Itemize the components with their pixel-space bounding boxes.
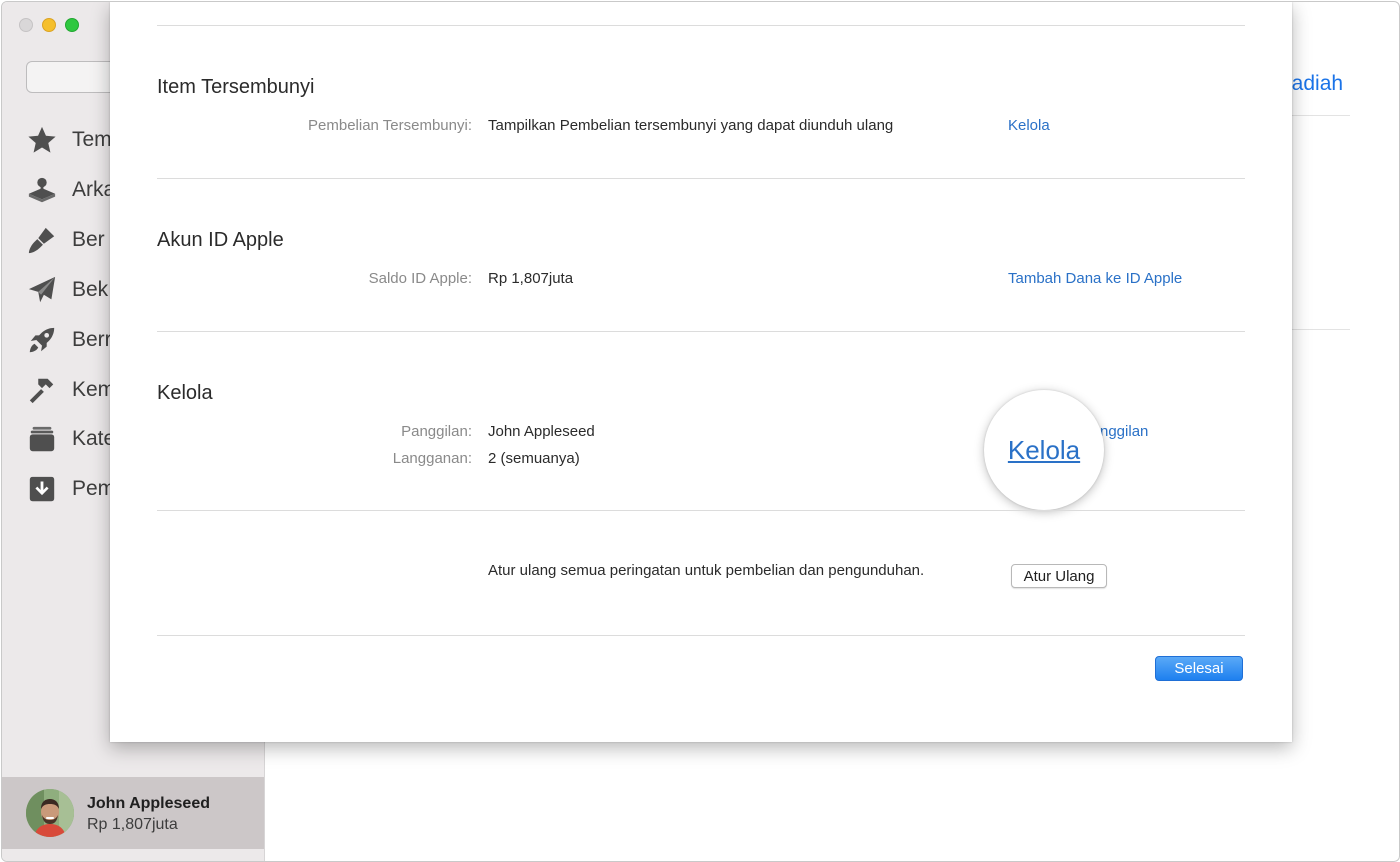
avatar bbox=[26, 789, 74, 837]
paper-plane-icon bbox=[26, 274, 58, 306]
sidebar-item-8[interactable]: Pem bbox=[26, 472, 115, 506]
apple-id-balance-value: Rp 1,807juta bbox=[488, 270, 574, 287]
paintbrush-icon bbox=[26, 224, 58, 256]
hidden-purchases-label: Pembelian Tersembunyi: bbox=[308, 117, 472, 134]
divider bbox=[157, 25, 1245, 26]
divider bbox=[157, 331, 1245, 332]
app-window: Tem Arka Ber Bek Berr Kem Kate Pem John … bbox=[1, 1, 1400, 862]
window-close-button[interactable] bbox=[19, 18, 33, 32]
sidebar-item-label: Kem bbox=[72, 378, 116, 401]
done-button[interactable]: Selesai bbox=[1155, 656, 1243, 681]
section-title-apple-id: Akun ID Apple bbox=[157, 229, 284, 251]
window-maximize-button[interactable] bbox=[65, 18, 79, 32]
nickname-label: Panggilan: bbox=[401, 423, 472, 440]
download-icon bbox=[26, 473, 58, 505]
nickname-value: John Appleseed bbox=[488, 423, 595, 440]
reset-warnings-text: Atur ulang semua peringatan untuk pembel… bbox=[488, 562, 925, 579]
sidebar-item-label: Pem bbox=[72, 477, 116, 500]
background-divider bbox=[1292, 329, 1350, 330]
divider bbox=[157, 178, 1245, 179]
subscriptions-value: 2 (semuanya) bbox=[488, 450, 580, 467]
manage-hidden-purchases-link[interactable]: Kelola bbox=[1008, 117, 1050, 134]
edit-nickname-link[interactable]: nggilan bbox=[1100, 423, 1148, 440]
stack-icon bbox=[26, 423, 58, 455]
sidebar-item-2[interactable]: Arka bbox=[26, 173, 115, 207]
add-funds-link[interactable]: Tambah Dana ke ID Apple bbox=[1008, 270, 1182, 287]
account-bar[interactable]: John Appleseed Rp 1,807juta bbox=[2, 777, 264, 849]
sidebar-item-label: Arka bbox=[72, 178, 116, 201]
background-divider bbox=[1292, 115, 1350, 116]
window-minimize-button[interactable] bbox=[42, 18, 56, 32]
section-title-hidden-items: Item Tersembunyi bbox=[157, 76, 315, 98]
sidebar-item-1[interactable]: Tem bbox=[26, 123, 112, 157]
sidebar-item-3[interactable]: Ber bbox=[26, 223, 105, 257]
sidebar-item-7[interactable]: Kate bbox=[26, 422, 115, 456]
magnifier-callout: Kelola bbox=[984, 390, 1104, 510]
reset-warnings-button[interactable]: Atur Ulang bbox=[1011, 564, 1107, 588]
apple-id-balance-label: Saldo ID Apple: bbox=[368, 270, 472, 287]
sidebar-item-4[interactable]: Bek bbox=[26, 273, 108, 307]
sidebar-item-label: Ber bbox=[72, 228, 105, 251]
sidebar-item-label: Kate bbox=[72, 427, 116, 450]
sidebar-item-label: Bek bbox=[72, 278, 109, 301]
sidebar-item-5[interactable]: Berr bbox=[26, 323, 112, 357]
sidebar-item-label: Tem bbox=[72, 128, 112, 151]
hidden-purchases-value: Tampilkan Pembelian tersembunyi yang dap… bbox=[488, 117, 894, 134]
user-name: John Appleseed bbox=[87, 795, 210, 812]
user-balance: Rp 1,807juta bbox=[87, 816, 178, 833]
rocket-icon bbox=[26, 324, 58, 356]
joystick-icon bbox=[26, 174, 58, 206]
divider bbox=[157, 510, 1245, 511]
account-settings-sheet: Item Tersembunyi Pembelian Tersembunyi: … bbox=[110, 2, 1292, 742]
divider bbox=[157, 635, 1245, 636]
manage-subscriptions-link[interactable]: Kelola bbox=[1008, 435, 1080, 466]
star-icon bbox=[26, 124, 58, 156]
sidebar-item-label: Berr bbox=[72, 328, 112, 351]
sidebar-item-6[interactable]: Kem bbox=[26, 373, 115, 407]
hammer-icon bbox=[26, 374, 58, 406]
background-redeem-link[interactable]: ladiah bbox=[1287, 72, 1343, 96]
section-title-manage: Kelola bbox=[157, 382, 213, 404]
subscriptions-label: Langganan: bbox=[392, 450, 472, 467]
